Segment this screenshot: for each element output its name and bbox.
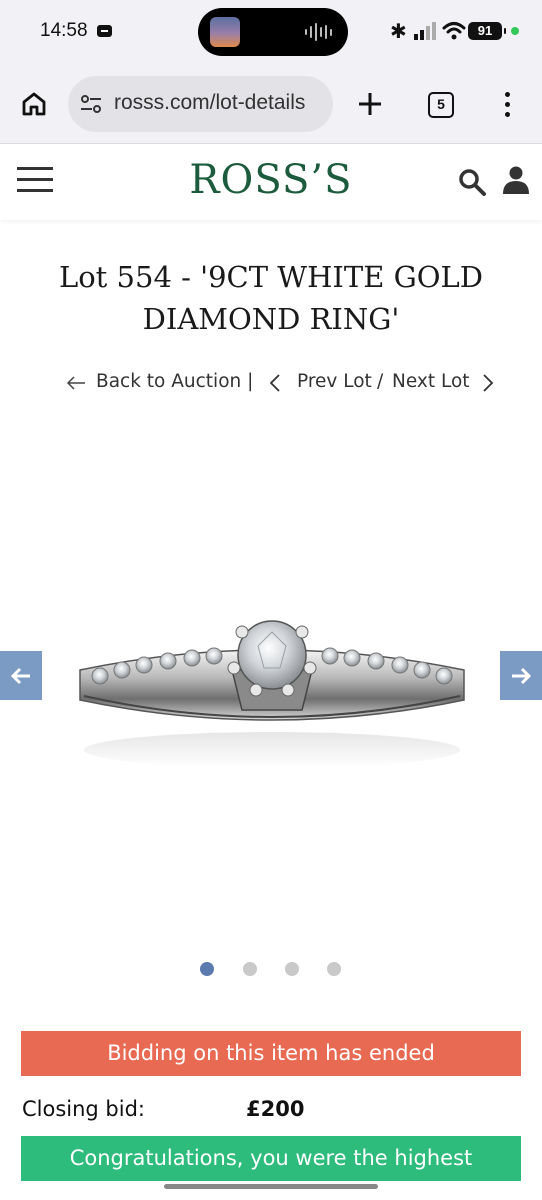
address-bar[interactable]: rosss.com/lot-details <box>68 76 333 132</box>
site-settings-icon[interactable] <box>80 94 102 114</box>
wifi-icon <box>442 22 466 40</box>
carousel-dot[interactable] <box>200 962 214 976</box>
chevron-left-icon[interactable] <box>268 373 282 393</box>
chevron-right-icon[interactable] <box>481 373 495 393</box>
site-header: ROSS’S <box>0 145 542 220</box>
arrow-left-icon <box>10 667 30 684</box>
next-lot-link[interactable]: Next Lot <box>392 369 470 395</box>
media-thumbnail <box>210 17 240 47</box>
carousel-next-button[interactable] <box>500 651 542 700</box>
new-tab-plus-icon[interactable] <box>356 90 384 118</box>
bluetooth-icon: ✱ <box>390 19 407 43</box>
closing-bid-label: Closing bid: <box>22 1097 146 1121</box>
carousel-dots <box>0 962 542 978</box>
more-menu-icon[interactable] <box>498 90 518 120</box>
search-icon[interactable] <box>457 167 487 197</box>
bidding-ended-banner: Bidding on this item has ended <box>21 1031 521 1076</box>
highest-bidder-banner: Congratulations, you were the highest <box>21 1136 521 1181</box>
battery-icon: 91 <box>468 22 506 40</box>
prev-lot-link[interactable]: Prev Lot <box>297 369 372 395</box>
carousel-dot[interactable] <box>243 962 257 976</box>
user-account-icon[interactable] <box>502 165 530 195</box>
message-icon <box>97 25 112 37</box>
privacy-indicator <box>511 27 519 35</box>
back-to-auction-link[interactable]: Back to Auction | <box>96 369 253 395</box>
status-time: 14:58 <box>40 20 88 41</box>
closing-bid-value: £200 <box>246 1097 305 1121</box>
home-icon[interactable] <box>20 90 48 118</box>
audio-wave-icon <box>305 22 332 42</box>
lot-nav-separator: / <box>377 371 384 392</box>
carousel-prev-button[interactable] <box>0 651 42 700</box>
lot-title: Lot 554 - '9CT WHITE GOLD DIAMOND RING' <box>58 260 484 336</box>
tabs-icon[interactable]: 5 <box>428 92 454 118</box>
carousel-dot[interactable] <box>285 962 299 976</box>
dynamic-island <box>198 8 348 56</box>
signal-icon <box>414 22 436 40</box>
browser-toolbar: rosss.com/lot-details 5 <box>0 64 542 144</box>
lot-image-carousel[interactable] <box>0 420 542 940</box>
back-arrow-icon[interactable] <box>66 375 86 391</box>
home-indicator[interactable] <box>164 1184 378 1189</box>
lot-navigation: Back to Auction | Prev Lot / Next Lot <box>0 369 542 397</box>
url-text[interactable]: rosss.com/lot-details <box>114 91 305 115</box>
arrow-right-icon <box>512 667 532 684</box>
carousel-dot[interactable] <box>327 962 341 976</box>
ring-image <box>72 610 472 780</box>
status-bar: 14:58 ✱ 91 <box>0 0 542 64</box>
